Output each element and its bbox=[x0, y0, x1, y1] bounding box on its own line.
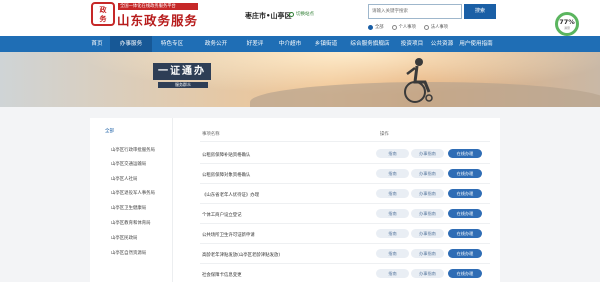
row-divider bbox=[200, 163, 490, 164]
scope-personal[interactable]: 个人事项 bbox=[391, 24, 416, 30]
search-button[interactable]: 搜索 bbox=[464, 4, 496, 19]
row-divider bbox=[200, 223, 490, 224]
item-name[interactable]: 高龄老年津贴发放(山亭区老龄津贴发放) bbox=[202, 252, 280, 258]
guide-button[interactable]: 指南 bbox=[376, 249, 409, 258]
search-input[interactable] bbox=[368, 4, 462, 19]
item-name[interactable]: 社会保障卡信息变更 bbox=[202, 272, 242, 278]
svg-text:务: 务 bbox=[100, 14, 108, 23]
offline-guide-button[interactable]: 办事指南 bbox=[411, 169, 444, 178]
sidebar-item[interactable]: 山亭区卫生健康局 bbox=[111, 205, 146, 211]
column-header-name: 事项名称 bbox=[202, 132, 220, 137]
online-apply-button[interactable]: 在线办理 bbox=[448, 269, 482, 278]
offline-guide-button[interactable]: 办事指南 bbox=[411, 269, 444, 278]
sidebar-item[interactable]: 山亭区自然资源局 bbox=[111, 250, 146, 256]
scope-personal-label: 个人事项 bbox=[398, 25, 416, 30]
guide-button[interactable]: 指南 bbox=[376, 229, 409, 238]
nav-towns[interactable]: 乡镇街道 bbox=[308, 36, 344, 52]
online-apply-button[interactable]: 在线办理 bbox=[448, 229, 482, 238]
nav-public[interactable]: 政务公开 bbox=[196, 36, 236, 52]
online-apply-button[interactable]: 在线办理 bbox=[448, 249, 482, 258]
guide-button[interactable]: 指南 bbox=[376, 189, 409, 198]
row-divider bbox=[200, 243, 490, 244]
item-name[interactable]: 个体工商户设立登记 bbox=[202, 212, 242, 218]
sidebar-divider bbox=[172, 118, 173, 282]
switch-site-button[interactable]: 切换站点 bbox=[289, 11, 314, 17]
item-name[interactable]: 公共场所卫生许可证新申请 bbox=[202, 232, 255, 238]
main-nav: 首页 办事服务 特色专区 政务公开 好差评 中介超市 乡镇街道 综合服务旗舰店 … bbox=[0, 36, 600, 52]
nav-home[interactable]: 首页 bbox=[84, 36, 110, 52]
location-pin-icon bbox=[289, 11, 294, 17]
nav-agency[interactable]: 中介超市 bbox=[272, 36, 308, 52]
nav-services[interactable]: 办事服务 bbox=[110, 36, 152, 52]
scope-legal-label: 法人事项 bbox=[430, 25, 448, 30]
guide-button[interactable]: 指南 bbox=[376, 269, 409, 278]
column-header-action: 操作 bbox=[380, 132, 389, 137]
svg-text:政: 政 bbox=[100, 5, 108, 14]
search-scope: 全部 个人事项 法人事项 bbox=[368, 24, 448, 30]
sidebar-item[interactable]: 山亭区行政审批服务局 bbox=[111, 147, 155, 153]
logo-icon[interactable]: 政 务 bbox=[91, 2, 115, 26]
wheelchair-figure-icon bbox=[404, 58, 433, 103]
nav-review[interactable]: 好差评 bbox=[238, 36, 272, 52]
site-title[interactable]: 山东政务服务 bbox=[117, 10, 198, 29]
online-apply-button[interactable]: 在线办理 bbox=[448, 149, 482, 158]
guide-button[interactable]: 指南 bbox=[376, 169, 409, 178]
row-divider bbox=[200, 183, 490, 184]
logo-subtitle: 全国一体化在线政务服务平台 bbox=[118, 3, 198, 10]
row-divider bbox=[200, 203, 490, 204]
guide-button[interactable]: 指南 bbox=[376, 149, 409, 158]
current-region: 枣庄市•山亭区 bbox=[245, 12, 292, 20]
item-name[interactable]: 公租房保障补贴资格确认 bbox=[202, 152, 250, 158]
offline-guide-button[interactable]: 办事指南 bbox=[411, 149, 444, 158]
site-header bbox=[0, 0, 600, 36]
sidebar-item[interactable]: 山亭区交通运输局 bbox=[111, 161, 146, 167]
online-apply-button[interactable]: 在线办理 bbox=[448, 169, 482, 178]
radio-icon bbox=[391, 24, 397, 30]
row-divider bbox=[200, 263, 490, 264]
offline-guide-button[interactable]: 办事指南 bbox=[411, 249, 444, 258]
item-name[interactable]: 《山东省老年人优待证》办理 bbox=[202, 192, 259, 198]
online-apply-button[interactable]: 在线办理 bbox=[448, 189, 482, 198]
nav-investment[interactable]: 投资项目 bbox=[396, 36, 428, 52]
offline-guide-button[interactable]: 办事指南 bbox=[411, 189, 444, 198]
scope-legal[interactable]: 法人事项 bbox=[423, 24, 448, 30]
banner-title: 一证通办 bbox=[153, 63, 211, 80]
sidebar-item[interactable]: 山亭区民政局 bbox=[111, 235, 137, 241]
sidebar-item[interactable]: 山亭区人社局 bbox=[111, 176, 137, 182]
offline-guide-button[interactable]: 办事指南 bbox=[411, 229, 444, 238]
sidebar-item[interactable]: 山亭区教育和体育局 bbox=[111, 220, 151, 226]
gauge-unit: 满意 bbox=[563, 26, 570, 30]
sidebar-item[interactable]: 山亭区退役军人事务局 bbox=[111, 190, 155, 196]
radio-selected-icon bbox=[368, 24, 373, 30]
gauge-value: 77% bbox=[559, 18, 575, 26]
online-apply-button[interactable]: 在线办理 bbox=[448, 209, 482, 218]
offline-guide-button[interactable]: 办事指南 bbox=[411, 209, 444, 218]
radio-icon bbox=[423, 24, 429, 30]
guide-button[interactable]: 指南 bbox=[376, 209, 409, 218]
banner-subtitle: 服务群众 bbox=[158, 82, 208, 88]
scope-all-label: 全部 bbox=[375, 25, 384, 30]
switch-site-label: 切换站点 bbox=[296, 12, 314, 17]
sidebar-head-all[interactable]: 全部 bbox=[105, 128, 114, 134]
nav-guide[interactable]: 用户使用指南 bbox=[456, 36, 496, 52]
scope-all[interactable]: 全部 bbox=[368, 24, 384, 30]
row-divider bbox=[200, 141, 490, 142]
nav-flagship[interactable]: 综合服务旗舰店 bbox=[344, 36, 396, 52]
banner bbox=[0, 52, 600, 107]
nav-special[interactable]: 特色专区 bbox=[152, 36, 192, 52]
satisfaction-gauge[interactable]: 77% 满意 bbox=[555, 12, 579, 36]
item-name[interactable]: 公租房保障对象资格确认 bbox=[202, 172, 250, 178]
nav-resources[interactable]: 公共资源 bbox=[426, 36, 458, 52]
